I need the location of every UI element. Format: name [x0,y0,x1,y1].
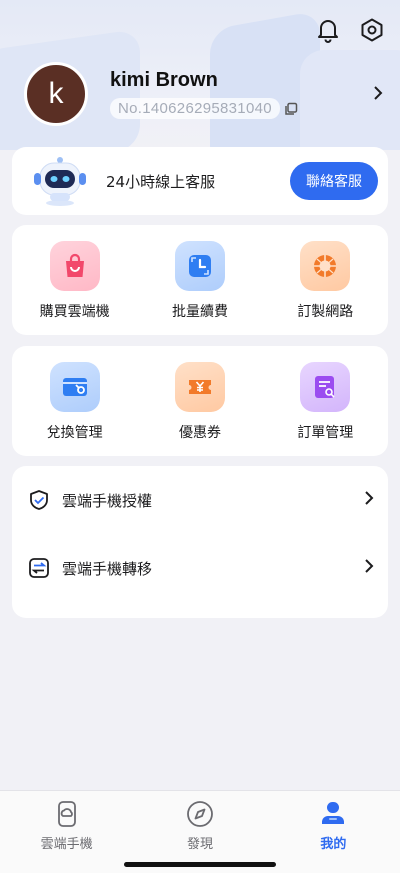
grid-label: 訂製網路 [297,304,354,320]
tab-label: 雲端手機 [40,837,93,852]
user-id-row: No.140626295831040 [110,98,300,119]
profile-icon [318,799,348,829]
menu-item-transfer[interactable]: 雲端手機轉移 [12,534,388,602]
shopping-bag-icon [49,241,100,291]
grid-label: 優惠券 [178,425,221,441]
grid-item-batch-renew[interactable]: 批量續費 [137,225,262,335]
tab-label: 發現 [186,837,213,852]
redeem-card-icon [49,362,100,412]
bottom-tab-bar: 雲端手機 發現 我的 [0,790,400,873]
tab-mine[interactable]: 我的 [267,791,400,873]
network-globe-icon [300,241,351,291]
tab-cloud-phone[interactable]: 雲端手機 [0,791,133,873]
chevron-right-icon [364,490,374,510]
quick-actions-grid-1: 購買雲端機 批量續費 訂製網路 [12,225,388,335]
settings-menu: 雲端手機授權 雲端手機轉移 [12,466,388,618]
grid-item-custom-network[interactable]: 訂製網路 [263,225,388,335]
coupon-icon [174,362,225,412]
copy-icon[interactable] [284,101,300,117]
grid-label: 購買雲端機 [39,304,110,320]
home-indicator[interactable] [124,862,276,867]
robot-mascot-icon [32,155,88,207]
bell-icon[interactable] [314,16,342,44]
shield-check-icon [28,489,50,511]
grid-item-buy-cloud-phone[interactable]: 購買雲端機 [12,225,137,335]
contact-support-button[interactable]: 聯絡客服 [290,162,378,200]
avatar[interactable]: k [24,62,88,126]
tab-discover[interactable]: 發現 [133,791,266,873]
grid-label: 批量續費 [171,304,228,320]
quick-actions-grid-2: 兌換管理 優惠券 訂單管理 [12,346,388,456]
grid-item-redeem-management[interactable]: 兌換管理 [12,346,137,456]
settings-hexagon-icon[interactable] [358,16,386,44]
menu-item-authorization[interactable]: 雲端手機授權 [12,466,388,534]
transfer-icon [28,557,50,579]
menu-label: 雲端手機授權 [62,491,153,510]
grid-item-order-management[interactable]: 訂單管理 [263,346,388,456]
profile-section[interactable]: k kimi Brown No.140626295831040 [24,62,384,126]
compass-icon [185,799,215,829]
support-text: 24小時線上客服 [106,172,216,191]
grid-item-coupons[interactable]: 優惠券 [137,346,262,456]
order-search-icon [300,362,351,412]
chevron-right-icon[interactable] [372,84,384,106]
cloud-phone-icon [52,799,82,829]
user-name: kimi Brown [110,69,218,91]
tab-label: 我的 [320,837,347,852]
support-card: 24小時線上客服 聯絡客服 [12,147,388,215]
header-actions [314,16,386,44]
user-id: No.140626295831040 [110,98,280,119]
grid-label: 兌換管理 [46,425,103,441]
renew-clock-icon [174,241,225,291]
chevron-right-icon [364,558,374,578]
grid-label: 訂單管理 [297,425,354,441]
profile-text: kimi Brown No.140626295831040 [110,69,300,119]
menu-label: 雲端手機轉移 [62,559,153,578]
